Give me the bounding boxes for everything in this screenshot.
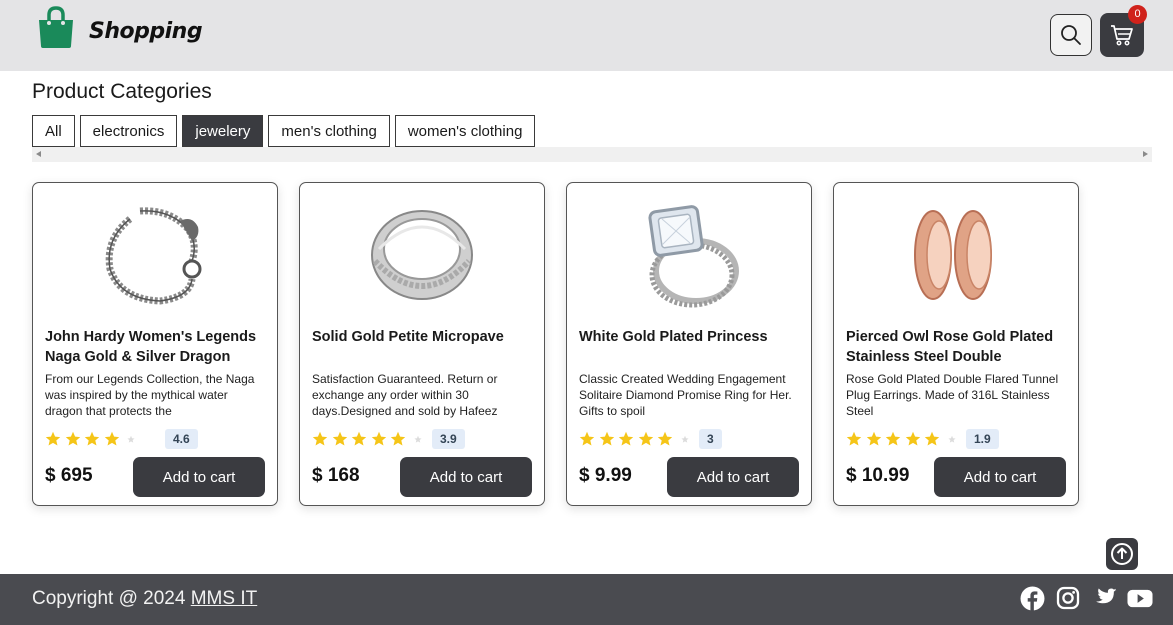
- scroll-to-top-button[interactable]: [1106, 538, 1138, 570]
- product-description: Rose Gold Plated Double Flared Tunnel Pl…: [846, 372, 1059, 418]
- product-title[interactable]: John Hardy Women's Legends Naga Gold & S…: [45, 327, 267, 369]
- search-button[interactable]: [1050, 14, 1092, 56]
- rose-gold-plugs-icon: [914, 210, 992, 300]
- star-empty-icon: [413, 435, 422, 443]
- cart-count-badge: 0: [1128, 5, 1147, 24]
- star-filled-icon: [599, 431, 614, 446]
- shopping-bag-icon[interactable]: [36, 6, 76, 48]
- twitter-icon[interactable]: [1091, 585, 1117, 611]
- star-filled-icon: [332, 431, 347, 446]
- rating-badge: 1.9: [966, 429, 999, 449]
- chain-bracelet-icon: [105, 207, 202, 305]
- top-navbar: Shopping 0: [0, 0, 1173, 71]
- star-filled-icon: [371, 431, 386, 446]
- star-filled-icon: [104, 431, 119, 446]
- star-filled-icon: [638, 431, 653, 446]
- scroll-right-arrow-icon[interactable]: [1143, 151, 1148, 157]
- star-filled-icon: [84, 431, 100, 446]
- product-card[interactable]: John Hardy Women's Legends Naga Gold & S…: [32, 182, 278, 506]
- product-image[interactable]: [33, 195, 277, 313]
- product-title[interactable]: Solid Gold Petite Micropave: [312, 327, 534, 369]
- star-filled-icon: [885, 431, 901, 446]
- product-price: $ 9.99: [579, 465, 632, 486]
- silver-ring-icon: [371, 210, 473, 300]
- star-rating: [579, 431, 693, 447]
- category-all-button[interactable]: All: [32, 115, 75, 147]
- instagram-icon[interactable]: [1055, 585, 1081, 611]
- company-link[interactable]: MMS IT: [191, 588, 258, 609]
- scroll-left-arrow-icon[interactable]: [36, 151, 41, 157]
- category-womens-clothing-button[interactable]: women's clothing: [394, 115, 536, 147]
- product-image[interactable]: [300, 195, 544, 313]
- brand-name[interactable]: Shopping: [89, 19, 203, 44]
- product-description: Satisfaction Guaranteed. Return or excha…: [312, 372, 498, 418]
- star-empty-icon: [947, 435, 956, 443]
- star-filled-icon: [65, 431, 80, 446]
- facebook-icon[interactable]: [1019, 585, 1045, 611]
- rating-badge: 3.9: [432, 429, 465, 449]
- add-to-cart-button[interactable]: Add to cart: [667, 457, 799, 497]
- product-title[interactable]: White Gold Plated Princess: [579, 327, 801, 369]
- product-card[interactable]: Pierced Owl Rose Gold Plated Stainless S…: [833, 182, 1079, 506]
- rating-badge: 4.6: [165, 429, 198, 449]
- copyright-text: Copyright @ 2024 MMS IT: [32, 588, 257, 610]
- star-filled-icon: [312, 431, 328, 446]
- search-icon: [1061, 25, 1081, 45]
- product-image[interactable]: [567, 195, 811, 313]
- product-description: Classic Created Wedding Engagement Solit…: [579, 372, 792, 418]
- footer: Copyright @ 2024 MMS IT: [0, 574, 1173, 625]
- product-grid: John Hardy Women's Legends Naga Gold & S…: [32, 182, 1079, 506]
- star-filled-icon: [351, 431, 367, 446]
- product-card[interactable]: Solid Gold Petite Micropave Satisfaction…: [299, 182, 545, 506]
- star-rating: [312, 431, 426, 447]
- star-filled-icon: [905, 431, 920, 446]
- category-filter-bar: All electronics jewelery men's clothing …: [32, 115, 536, 147]
- youtube-icon[interactable]: [1127, 585, 1153, 611]
- horizontal-scrollbar[interactable]: [32, 147, 1152, 162]
- product-image[interactable]: [834, 195, 1078, 313]
- product-price: $ 10.99: [846, 465, 910, 486]
- star-rating: [45, 431, 139, 447]
- star-empty-icon: [680, 435, 689, 443]
- star-filled-icon: [45, 431, 61, 446]
- star-filled-icon: [924, 431, 940, 446]
- add-to-cart-button[interactable]: Add to cart: [934, 457, 1066, 497]
- add-to-cart-button[interactable]: Add to cart: [133, 457, 265, 497]
- star-rating: [846, 431, 960, 447]
- product-title[interactable]: Pierced Owl Rose Gold Plated Stainless S…: [846, 327, 1068, 369]
- category-mens-clothing-button[interactable]: men's clothing: [268, 115, 390, 147]
- add-to-cart-button[interactable]: Add to cart: [400, 457, 532, 497]
- product-description: From our Legends Collection, the Naga wa…: [45, 372, 255, 418]
- category-electronics-button[interactable]: electronics: [79, 115, 178, 147]
- star-filled-icon: [657, 431, 673, 446]
- diamond-ring-icon: [648, 205, 739, 308]
- star-empty-icon: [127, 435, 135, 443]
- social-links: [1019, 585, 1153, 611]
- product-price: $ 168: [312, 465, 360, 486]
- star-filled-icon: [579, 431, 595, 446]
- cart-icon: [1111, 25, 1133, 46]
- star-filled-icon: [390, 431, 406, 446]
- category-jewelery-button[interactable]: jewelery: [182, 115, 264, 147]
- product-price: $ 695: [45, 465, 93, 486]
- product-card[interactable]: White Gold Plated Princess Classic Creat…: [566, 182, 812, 506]
- star-filled-icon: [866, 431, 881, 446]
- rating-badge: 3: [699, 429, 722, 449]
- copyright-label: Copyright @ 2024: [32, 588, 186, 609]
- star-filled-icon: [846, 431, 862, 446]
- arrow-up-circle-icon: [1111, 543, 1133, 565]
- categories-heading: Product Categories: [32, 80, 212, 103]
- star-filled-icon: [618, 431, 634, 446]
